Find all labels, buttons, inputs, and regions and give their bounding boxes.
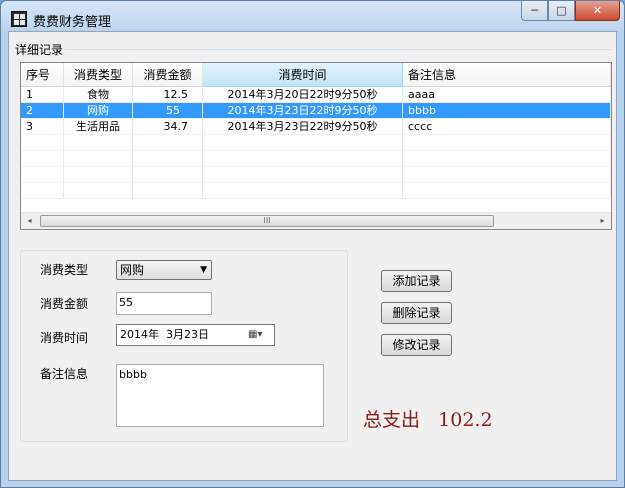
minimize-button[interactable]: ─: [521, 1, 548, 21]
close-button[interactable]: ✕: [575, 1, 620, 21]
cell-note: aaaa: [403, 87, 611, 102]
empty-row: [21, 167, 611, 183]
column-header-type[interactable]: 消费类型: [64, 63, 133, 87]
total-label: 总支出: [363, 409, 421, 431]
scroll-left-icon[interactable]: ◂: [21, 213, 38, 229]
app-window: 费费财务管理 ─ □ ✕ 详细记录 序号 消费类型 消费金额 消费时间 备注信息…: [0, 0, 625, 488]
delete-record-button[interactable]: 删除记录: [381, 302, 452, 324]
calendar-icon[interactable]: ▦▾: [248, 328, 270, 342]
amount-field[interactable]: 55: [116, 292, 212, 315]
cell-id: 3: [21, 119, 64, 134]
table-row[interactable]: 3 生活用品 34.7 2014年3月23日22时9分50秒 cccc: [21, 119, 611, 135]
maximize-button[interactable]: □: [548, 1, 575, 21]
cell-amount: 55: [133, 103, 203, 118]
amount-label: 消费金额: [40, 297, 89, 311]
note-field[interactable]: bbbb: [116, 364, 324, 427]
caption-buttons: ─ □ ✕: [521, 1, 620, 21]
cell-amount: 34.7: [133, 119, 203, 134]
cell-time: 2014年3月23日22时9分50秒: [203, 103, 403, 118]
records-listview[interactable]: 序号 消费类型 消费金额 消费时间 备注信息 1 食物 12.5 2014年3月…: [20, 62, 612, 230]
cell-type: 网购: [64, 103, 133, 118]
listview-rows: 1 食物 12.5 2014年3月20日22时9分50秒 aaaa 2 网购 5…: [21, 87, 611, 199]
cell-type: 食物: [64, 87, 133, 102]
empty-row: [21, 151, 611, 167]
column-header-amount[interactable]: 消费金额: [133, 63, 203, 87]
type-label: 消费类型: [40, 263, 89, 277]
horizontal-scrollbar[interactable]: ◂ III ▸: [21, 212, 611, 229]
type-select[interactable]: 网购 ▼: [116, 260, 212, 280]
cell-type: 生活用品: [64, 119, 133, 134]
cell-time: 2014年3月23日22时9分50秒: [203, 119, 403, 134]
scroll-thumb[interactable]: III: [40, 215, 494, 227]
details-group-title: 详细记录: [15, 43, 64, 57]
scroll-right-icon[interactable]: ▸: [594, 213, 611, 229]
time-label: 消费时间: [40, 331, 89, 345]
column-header-id[interactable]: 序号: [21, 63, 64, 87]
empty-row: [21, 183, 611, 199]
cell-note: bbbb: [403, 103, 611, 118]
cell-time: 2014年3月20日22时9分50秒: [203, 87, 403, 102]
total-expense: 总支出 102.2: [363, 405, 493, 432]
date-picker[interactable]: 2014年 3月23日 ▦▾: [116, 324, 275, 346]
empty-row: [21, 135, 611, 151]
edit-record-button[interactable]: 修改记录: [381, 334, 452, 356]
type-select-value: 网购: [120, 263, 145, 277]
table-row[interactable]: 1 食物 12.5 2014年3月20日22时9分50秒 aaaa: [21, 87, 611, 103]
add-record-button[interactable]: 添加记录: [381, 270, 452, 292]
table-row-selected[interactable]: 2 网购 55 2014年3月23日22时9分50秒 bbbb: [21, 103, 611, 119]
cell-id: 1: [21, 87, 64, 102]
cell-id: 2: [21, 103, 64, 118]
window-title: 费费财务管理: [33, 15, 112, 30]
date-picker-value: 2014年 3月23日: [120, 328, 209, 341]
listview-header: 序号 消费类型 消费金额 消费时间 备注信息: [21, 63, 611, 87]
app-icon: [11, 11, 27, 27]
column-header-note[interactable]: 备注信息: [403, 63, 611, 87]
cell-note: cccc: [403, 119, 611, 134]
note-label: 备注信息: [40, 367, 89, 381]
chevron-down-icon: ▼: [200, 265, 207, 275]
column-header-time[interactable]: 消费时间: [203, 63, 403, 87]
group-divider: [65, 49, 611, 50]
total-value: 102.2: [438, 409, 493, 431]
title-bar[interactable]: 费费财务管理 ─ □ ✕: [1, 1, 624, 31]
cell-amount: 12.5: [133, 87, 203, 102]
